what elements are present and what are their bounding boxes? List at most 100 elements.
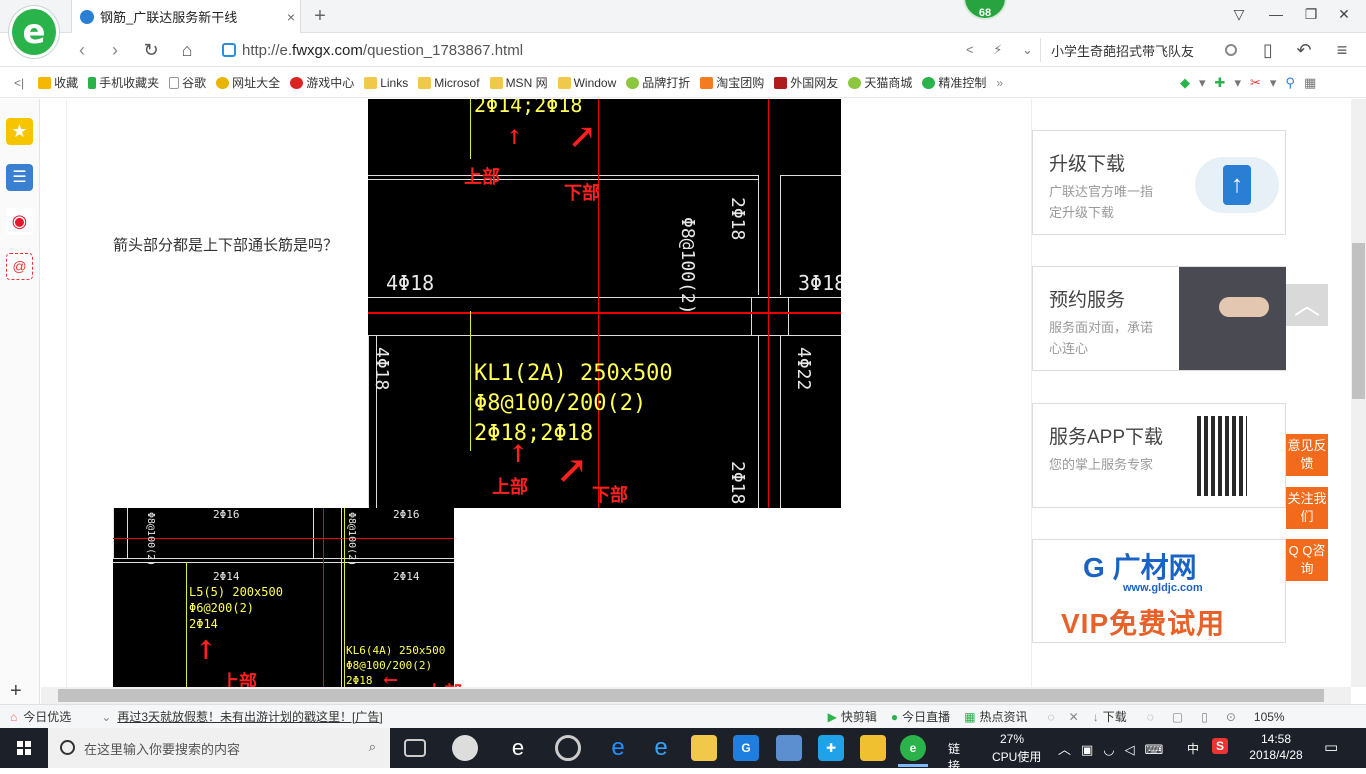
start-button[interactable] — [0, 728, 48, 768]
cad-drawing-image[interactable]: 2Φ14;2Φ18 上部 下部 ↑ ↗ Φ8@100(2) 2Φ18 4Φ18 … — [368, 99, 841, 508]
bookmark-item[interactable]: 网址大全 — [216, 74, 280, 91]
chevron-down-icon[interactable]: ⌄ — [101, 710, 111, 724]
home-icon[interactable]: ⌂ — [175, 38, 199, 62]
reading-list-icon[interactable]: ☰ — [6, 164, 33, 191]
file-explorer-icon[interactable] — [691, 735, 717, 761]
clock-date[interactable]: 2018/4/28 — [1246, 748, 1306, 762]
vertical-scroll-thumb[interactable] — [1352, 243, 1365, 399]
extension-icons[interactable]: ◆▾✚▾✂▾⚲▦ — [1180, 75, 1325, 91]
search-input[interactable]: 小学生奇葩招式带飞队友 — [1040, 38, 1245, 62]
browser-logo-icon[interactable]: e — [9, 6, 59, 58]
clock-time[interactable]: 14:58 — [1246, 732, 1306, 746]
minimize-button[interactable]: — — [1265, 6, 1287, 26]
bookmark-item[interactable]: 品牌打折 — [626, 74, 690, 91]
weibo-icon[interactable]: ◉ — [6, 208, 33, 235]
refresh-icon[interactable]: ↻ — [139, 38, 163, 62]
app-g-icon[interactable] — [555, 735, 581, 761]
follow-us-button[interactable]: 关注我们 — [1286, 487, 1328, 529]
ad-gcd-vip[interactable]: G 广材网 www.gldjc.com VIP免费试用 — [1032, 539, 1286, 643]
ad-subtitle: 服务面对面，承诺心连心 — [1049, 320, 1154, 356]
ad-app-download[interactable]: 服务APP下载 您的掌上服务专家 — [1032, 403, 1286, 508]
bookmark-folder[interactable]: Window — [557, 76, 616, 90]
tab-active[interactable]: 钢筋_广联达服务新干线 × — [71, 0, 301, 33]
qq-consult-button[interactable]: Q Q咨询 — [1286, 539, 1328, 581]
share-icon[interactable]: < ⚡ ⌄ — [966, 42, 1041, 58]
sogou-ime-icon[interactable]: S — [1212, 738, 1228, 754]
url-field[interactable]: http://e.fwxgx.com/question_1783867.html — [222, 38, 962, 62]
menu-icon[interactable]: ≡ — [1330, 38, 1354, 62]
mobile-icon[interactable]: ▯ — [1256, 38, 1280, 62]
edge-icon[interactable]: e — [605, 735, 631, 761]
bookmark-item[interactable]: 游戏中心 — [290, 74, 354, 91]
ie-icon[interactable]: e — [648, 735, 674, 761]
bookmark-folder[interactable]: Links — [364, 76, 408, 90]
tray-icons[interactable]: ︿▣◡◁⌨ — [1058, 739, 1173, 758]
taskbar-search-input[interactable]: 在这里输入你要搜索的内容 ⌕ — [48, 728, 390, 768]
bookmark-item[interactable]: 手机收藏夹 — [88, 74, 159, 91]
site-favicon-icon — [80, 9, 94, 24]
favorites-star-icon[interactable]: ★ — [6, 118, 33, 145]
link-label[interactable]: 链接 — [948, 740, 960, 774]
bookmark-item[interactable]: 收藏 — [38, 74, 78, 91]
ime-indicator[interactable]: 中 — [1187, 740, 1199, 757]
cad-label: 4Φ18 — [371, 347, 392, 391]
today-picks[interactable]: 今日优选 — [23, 708, 71, 725]
forward-icon[interactable]: › — [103, 38, 127, 62]
ad-subtitle: 您的掌上服务专家 — [1049, 457, 1154, 472]
status-item[interactable]: 今日直播 — [902, 708, 950, 725]
app-calc-icon[interactable] — [776, 735, 802, 761]
bookmarks-more-button[interactable]: » — [996, 76, 1003, 90]
bookmark-folder[interactable]: MSN 网 — [489, 74, 548, 91]
back-icon[interactable]: ‹ — [70, 38, 94, 62]
download-button[interactable]: 下载 — [1103, 708, 1127, 725]
bookmark-item[interactable]: 天猫商城 — [848, 74, 912, 91]
browser-e-icon[interactable]: e — [505, 735, 531, 761]
status-item[interactable]: 快剪辑 — [841, 708, 877, 725]
search-icon[interactable] — [1225, 44, 1237, 56]
sidebar-toggle-icon[interactable]: <| — [14, 76, 24, 90]
browser-360-icon[interactable]: e — [900, 735, 926, 761]
misc-status-icons[interactable]: ◌▢▯⊙ — [1147, 710, 1254, 724]
cad-label: 2Φ14 — [393, 570, 420, 583]
restore-button[interactable]: ❐ — [1300, 6, 1322, 26]
cad-drawing-image-2[interactable]: Φ8@100(2) 2Φ16 2Φ16 Φ8@100(2) 2Φ14 2Φ14 … — [113, 508, 454, 687]
notification-center-icon[interactable]: ▭ — [1324, 738, 1338, 756]
app-pinwheel-icon[interactable] — [452, 735, 478, 761]
bookmark-item[interactable]: 精准控制 — [922, 74, 986, 91]
tab-close-button[interactable]: × — [282, 9, 300, 25]
email-icon[interactable]: @ — [6, 253, 33, 280]
tab-title: 钢筋_广联达服务新干线 — [100, 10, 238, 25]
bookmark-item[interactable]: 淘宝团购 — [700, 74, 764, 91]
bookmark-item[interactable]: 谷歌 — [169, 74, 206, 91]
microphone-icon[interactable]: ⌕ — [369, 739, 376, 755]
gcd-slogan: VIP免费试用 — [1061, 608, 1226, 639]
app-cross-icon[interactable]: ✚ — [818, 735, 844, 761]
glodon-g-icon[interactable]: G — [733, 735, 759, 761]
cad-beam-name: KL6(4A) 250x500 — [346, 644, 446, 657]
ad-upgrade-download[interactable]: 升级下载 广联达官方唯一指定升级下载 ↑ — [1032, 130, 1286, 235]
tool-icons[interactable]: ◌✕ — [1048, 710, 1093, 724]
ad-appointment-service[interactable]: 预约服务 服务面对面，承诺心连心 — [1032, 266, 1286, 371]
skin-icon[interactable]: ▽ — [1228, 6, 1250, 26]
ad-news-link[interactable]: 再过3天就放假惹！未有出游计划的戳这里！[广告] — [117, 708, 382, 725]
zoom-level[interactable]: 105% — [1254, 710, 1285, 724]
cad-label: 2Φ18 — [727, 197, 748, 241]
back-to-top-button[interactable]: ︿ — [1286, 284, 1328, 326]
cad-label: Φ8@100(2) — [346, 512, 357, 567]
feedback-button[interactable]: 意见反馈 — [1286, 434, 1328, 476]
cad-label: 3Φ18 — [798, 271, 841, 295]
new-tab-button[interactable]: + — [310, 5, 330, 28]
app-note-icon[interactable] — [860, 735, 886, 761]
status-item[interactable]: 热点资讯 — [980, 708, 1028, 725]
task-view-icon[interactable] — [404, 739, 426, 757]
search-icon — [60, 740, 75, 755]
bookmark-item[interactable]: 外国网友 — [774, 74, 838, 91]
horizontal-scroll-thumb[interactable] — [58, 689, 1324, 702]
close-window-button[interactable]: ✕ — [1333, 6, 1355, 26]
gcd-brand: G 广材网 — [1083, 552, 1197, 583]
cad-annotation: 下部 — [592, 485, 628, 506]
cad-beam-rebar: 2Φ14 — [189, 617, 218, 631]
undo-icon[interactable]: ↶ — [1292, 38, 1316, 62]
bookmark-folder[interactable]: Microsof — [418, 76, 480, 90]
sidebar-add-button[interactable]: + — [10, 680, 22, 703]
